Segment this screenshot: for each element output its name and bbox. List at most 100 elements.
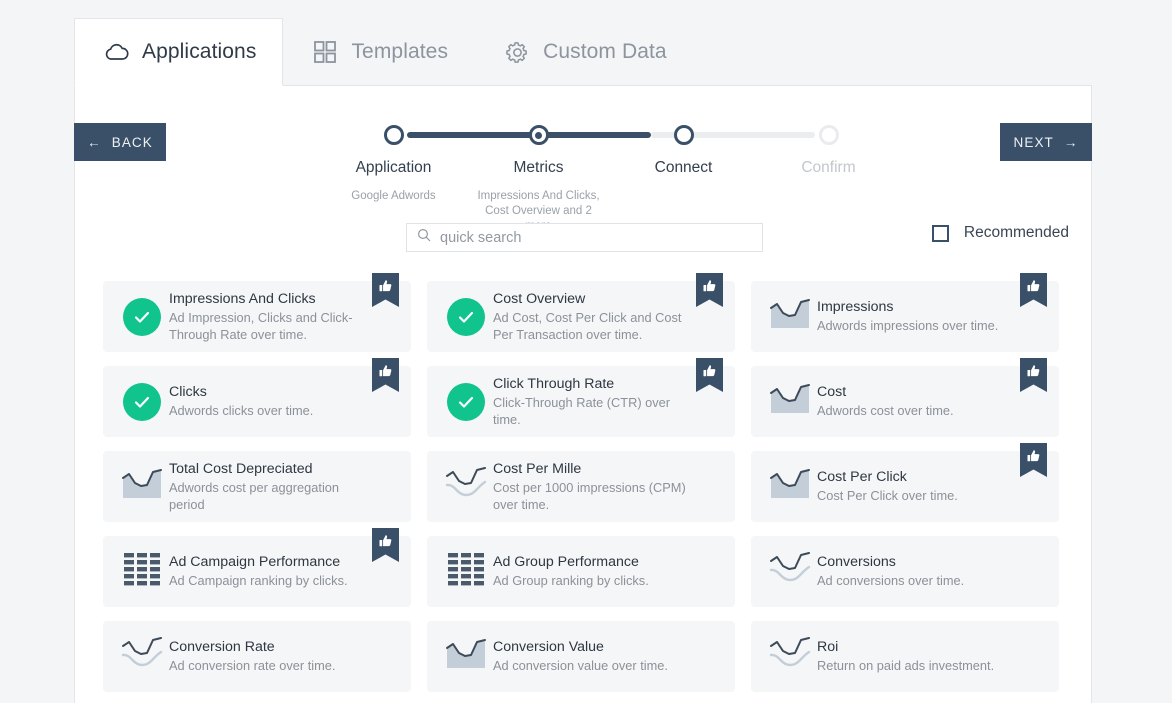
- metric-card-text: Roi Return on paid ads investment.: [817, 638, 1047, 675]
- metric-card-text: Conversion Value Ad conversion value ove…: [493, 638, 723, 675]
- step-title: Application: [355, 159, 432, 176]
- metric-card[interactable]: Cost Adwords cost over time.: [751, 358, 1059, 437]
- metric-card-text: Click Through Rate Click-Through Rate (C…: [493, 375, 723, 428]
- tab-label: Applications: [142, 40, 257, 63]
- grid-icon: [312, 39, 338, 65]
- recommended-label: Recommended: [963, 224, 1069, 241]
- wizard-stepper: Application Google Adwords Metrics Impre…: [321, 122, 901, 234]
- back-button-label: BACK: [111, 134, 153, 150]
- metric-card-text: Cost Per Click Cost Per Click over time.: [817, 468, 1047, 505]
- step-subtitle: Google Adwords: [351, 190, 436, 202]
- metric-card-description: Ad conversion rate over time.: [169, 658, 336, 674]
- metric-card-description: Adwords impressions over time.: [817, 318, 999, 334]
- metric-card[interactable]: Cost Overview Ad Cost, Cost Per Click an…: [427, 273, 735, 352]
- metric-card-icon: [763, 297, 817, 336]
- tab-applications[interactable]: Applications: [74, 18, 284, 86]
- metric-card[interactable]: Roi Return on paid ads investment.: [751, 621, 1059, 692]
- table-icon: [448, 552, 484, 591]
- check-icon: [447, 382, 485, 421]
- metric-card[interactable]: Ad Campaign Performance Ad Campaign rank…: [103, 528, 411, 607]
- thumbs-up-icon: [703, 280, 716, 292]
- metric-card-icon: [439, 552, 493, 591]
- thumbs-up-icon: [703, 365, 716, 377]
- metric-card[interactable]: Ad Group Performance Ad Group ranking by…: [427, 536, 735, 607]
- step-dot-1[interactable]: [383, 125, 404, 145]
- metric-card-icon: [115, 552, 169, 591]
- tab-label: Custom Data: [543, 40, 667, 63]
- arrow-left-icon: ←: [87, 134, 102, 150]
- search-icon: [417, 228, 431, 247]
- search-input[interactable]: [440, 229, 752, 246]
- step-dot-4[interactable]: [818, 125, 839, 145]
- metric-card[interactable]: Impressions Adwords impressions over tim…: [751, 273, 1059, 352]
- thumbs-up-icon: [1027, 280, 1040, 292]
- metric-card-icon: [115, 467, 169, 506]
- recommended-filter[interactable]: Recommended: [931, 224, 1069, 242]
- thumbs-up-icon: [1027, 365, 1040, 377]
- metric-card-text: Cost Per Mille Cost per 1000 impressions…: [493, 460, 723, 513]
- metric-card-description: Ad conversion value over time.: [493, 658, 668, 674]
- metric-card-text: Impressions Adwords impressions over tim…: [817, 298, 1047, 335]
- check-icon: [447, 297, 485, 336]
- next-button[interactable]: NEXT →: [1000, 123, 1092, 161]
- metric-card[interactable]: Conversions Ad conversions over time.: [751, 536, 1059, 607]
- metric-card[interactable]: Clicks Adwords clicks over time.: [103, 358, 411, 437]
- metric-card-description: Adwords cost over time.: [817, 403, 954, 419]
- tab-templates[interactable]: Templates: [283, 18, 475, 85]
- metric-card-description: Cost Per Click over time.: [817, 488, 958, 504]
- metric-card[interactable]: Cost Per Click Cost Per Click over time.: [751, 443, 1059, 522]
- metric-card-description: Adwords clicks over time.: [169, 403, 314, 419]
- step-dot-2[interactable]: [528, 125, 549, 145]
- thumbs-up-icon: [379, 365, 392, 377]
- metric-card-icon: [763, 552, 817, 591]
- metric-card-icon: [115, 297, 169, 336]
- metric-card-text: Cost Adwords cost over time.: [817, 383, 1047, 420]
- metric-card-icon: [439, 637, 493, 676]
- metric-card-title: Impressions And Clicks: [169, 291, 316, 307]
- metric-card-title: Cost Per Mille: [493, 461, 582, 477]
- recommended-checkbox[interactable]: [931, 224, 949, 242]
- metric-card-description: Cost per 1000 impressions (CPM) over tim…: [493, 480, 686, 512]
- metric-card-icon: [439, 297, 493, 336]
- metric-card[interactable]: Conversion Value Ad conversion value ove…: [427, 621, 735, 692]
- metric-card-title: Cost Per Click: [817, 469, 907, 486]
- metric-card-text: Clicks Adwords clicks over time.: [169, 383, 399, 420]
- check-icon: [123, 297, 161, 336]
- line-chart-icon: [445, 467, 487, 506]
- step-title: Confirm: [801, 159, 856, 176]
- search-box[interactable]: [406, 223, 763, 252]
- cloud-icon: [103, 39, 129, 65]
- area-chart-icon: [769, 297, 811, 336]
- metric-card-text: Ad Campaign Performance Ad Campaign rank…: [169, 553, 399, 590]
- gear-icon: [504, 39, 530, 65]
- metric-card-title: Cost Overview: [493, 291, 586, 307]
- thumbs-up-icon: [379, 280, 392, 292]
- metric-card-icon: [763, 637, 817, 676]
- metric-card-text: Cost Overview Ad Cost, Cost Per Click an…: [493, 290, 723, 343]
- area-chart-icon: [445, 637, 487, 676]
- step-label-4[interactable]: Confirm: [756, 159, 901, 234]
- arrow-right-icon: →: [1063, 134, 1079, 150]
- metric-card-text: Conversion Rate Ad conversion rate over …: [169, 638, 399, 675]
- metric-card-title: Conversion Value: [493, 639, 604, 656]
- metric-card[interactable]: Click Through Rate Click-Through Rate (C…: [427, 358, 735, 437]
- metric-card[interactable]: Conversion Rate Ad conversion rate over …: [103, 621, 411, 692]
- tab-label: Templates: [351, 40, 449, 63]
- step-title: Metrics: [513, 159, 564, 176]
- line-chart-icon: [769, 637, 811, 676]
- metric-card[interactable]: Impressions And Clicks Ad Impression, Cl…: [103, 273, 411, 352]
- step-dot-3[interactable]: [673, 125, 694, 145]
- metric-card-title: Cost: [817, 384, 847, 401]
- content-panel: ← BACK NEXT → Application Google Adwords…: [74, 86, 1092, 703]
- back-button[interactable]: ← BACK: [74, 123, 166, 161]
- stepper-node: [321, 122, 466, 148]
- metric-card[interactable]: Cost Per Mille Cost per 1000 impressions…: [427, 451, 735, 522]
- metric-card-description: Ad Group ranking by clicks.: [493, 573, 649, 589]
- metric-card-title: Ad Group Performance: [493, 554, 639, 571]
- filter-row: Recommended: [75, 223, 1091, 266]
- metric-card-title: Click Through Rate: [493, 376, 615, 392]
- metric-card-title: Conversions: [817, 554, 896, 571]
- metric-card-icon: [115, 382, 169, 421]
- metric-card[interactable]: Total Cost Depreciated Adwords cost per …: [103, 451, 411, 522]
- tab-custom-data[interactable]: Custom Data: [475, 18, 694, 85]
